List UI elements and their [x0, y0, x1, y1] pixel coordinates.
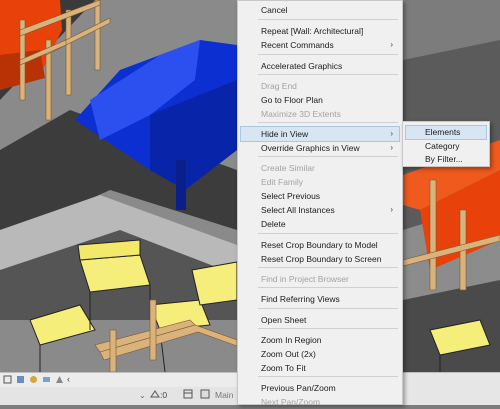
menu-item-find-referring-views[interactable]: Find Referring Views [241, 292, 399, 306]
menu-separator [258, 156, 398, 157]
submenu-item-elements[interactable]: Elements [405, 125, 487, 140]
menu-item-label: Override Graphics in View [261, 143, 360, 153]
selection-count: :0 [160, 390, 168, 400]
active-workset[interactable]: Main [215, 390, 233, 400]
menu-item-edit-family: Edit Family [241, 175, 399, 189]
menu-item-maximize-3d-extents: Maximize 3D Extents [241, 107, 399, 121]
menu-separator [258, 308, 398, 309]
menu-item-override-graphics-in-view[interactable]: Override Graphics in View › [241, 141, 399, 155]
menu-item-label: Hide in View [261, 129, 309, 139]
menu-separator [258, 328, 398, 329]
menu-item-select-all-instances[interactable]: Select All Instances › [241, 203, 399, 217]
menu-item-label: Zoom To Fit [261, 363, 306, 373]
menu-item-label: Open Sheet [261, 315, 307, 325]
menu-separator [258, 267, 398, 268]
menu-item-label: Delete [261, 219, 286, 229]
menu-separator [258, 122, 398, 123]
menu-item-label: Find Referring Views [261, 294, 340, 304]
detail-level-icon[interactable] [16, 375, 25, 384]
status-bar-right [403, 372, 500, 405]
menu-separator [258, 287, 398, 288]
chevron-right-icon: › [390, 40, 393, 49]
menu-item-label: Reset Crop Boundary to Screen [261, 254, 382, 264]
menu-item-previous-pan-zoom[interactable]: Previous Pan/Zoom [241, 381, 399, 395]
menu-item-reset-crop-boundary-to-screen[interactable]: Reset Crop Boundary to Screen [241, 252, 399, 266]
menu-item-label: Edit Family [261, 177, 304, 187]
scale-icon[interactable] [3, 375, 12, 384]
menu-item-label: Select Previous [261, 191, 321, 201]
menu-item-label: Select All Instances [261, 205, 335, 215]
menu-item-drag-end: Drag End [241, 79, 399, 93]
menu-item-accelerated-graphics[interactable]: Accelerated Graphics [241, 59, 399, 73]
menu-separator [258, 74, 398, 75]
menu-item-reset-crop-boundary-to-model[interactable]: Reset Crop Boundary to Model [241, 238, 399, 252]
menu-item-delete[interactable]: Delete [241, 217, 399, 231]
menu-item-label: Drag End [261, 81, 297, 91]
submenu-item-by-filter[interactable]: By Filter... [406, 153, 486, 166]
scroll-left-icon[interactable]: ‹ [67, 375, 76, 384]
menu-item-select-previous[interactable]: Select Previous [241, 189, 399, 203]
menu-item-create-similar: Create Similar [241, 161, 399, 175]
menu-item-label: Previous Pan/Zoom [261, 383, 336, 393]
chevron-right-icon: › [390, 205, 393, 214]
selection-count-icon [150, 389, 160, 399]
menu-separator [258, 376, 398, 377]
menu-item-label: Next Pan/Zoom [261, 397, 321, 407]
hide-in-view-submenu: Elements Category By Filter... [402, 121, 490, 167]
menu-item-label: Maximize 3D Extents [261, 109, 341, 119]
menu-item-repeat-wall-architectural[interactable]: Repeat [Wall: Architectural] [241, 24, 399, 38]
menu-item-label: Zoom In Region [261, 335, 322, 345]
menu-separator [258, 19, 398, 20]
menu-item-label: Go to Floor Plan [261, 95, 323, 105]
design-options-icon[interactable] [183, 389, 193, 399]
bottom-status-strip: ⌄ :0 Main [0, 387, 238, 405]
menu-item-label: Accelerated Graphics [261, 61, 343, 71]
menu-item-label: Cancel [261, 5, 288, 15]
menu-item-label: Zoom Out (2x) [261, 349, 316, 359]
menu-separator [258, 233, 398, 234]
menu-item-go-to-floor-plan[interactable]: Go to Floor Plan [241, 93, 399, 107]
menu-item-label: Reset Crop Boundary to Model [261, 240, 378, 250]
context-menu: Cancel Repeat [Wall: Architectural] Recent… [237, 0, 403, 407]
chevron-right-icon: › [390, 129, 393, 138]
menu-item-zoom-in-region[interactable]: Zoom In Region [241, 333, 399, 347]
menu-item-label: Find in Project Browser [261, 274, 349, 284]
menu-item-label: Repeat [Wall: Architectural] [261, 26, 364, 36]
submenu-item-category[interactable]: Category [406, 140, 486, 153]
chevron-down-icon[interactable]: ⌄ [139, 391, 146, 400]
menu-item-label: Create Similar [261, 163, 315, 173]
menu-item-label: Recent Commands [261, 40, 334, 50]
worksets-icon[interactable] [200, 389, 210, 399]
menu-item-zoom-to-fit[interactable]: Zoom To Fit [241, 361, 399, 375]
menu-item-open-sheet[interactable]: Open Sheet [241, 313, 399, 327]
menu-item-find-in-project-browser: Find in Project Browser [241, 272, 399, 286]
visual-style-icon[interactable] [29, 375, 38, 384]
shadows-icon[interactable] [55, 375, 64, 384]
sun-path-icon[interactable] [42, 375, 51, 384]
menu-item-next-pan-zoom: Next Pan/Zoom [241, 395, 399, 409]
menu-item-hide-in-view[interactable]: Hide in View › [240, 126, 400, 142]
menu-item-zoom-out-2x[interactable]: Zoom Out (2x) [241, 347, 399, 361]
menu-separator [258, 54, 398, 55]
menu-item-cancel[interactable]: Cancel [241, 3, 399, 17]
menu-item-recent-commands[interactable]: Recent Commands › [241, 38, 399, 52]
chevron-right-icon: › [390, 143, 393, 152]
